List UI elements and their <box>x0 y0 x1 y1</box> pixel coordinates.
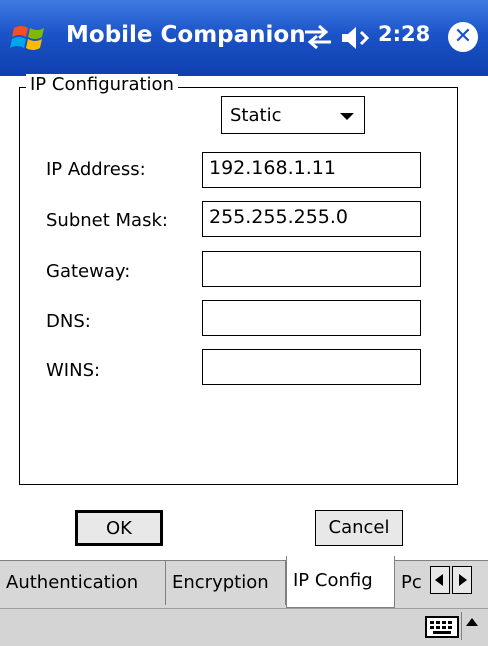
menu-bar <box>0 608 488 646</box>
connectivity-icon[interactable] <box>301 20 335 54</box>
ok-button[interactable]: OK <box>75 510 163 546</box>
subnet-mask-label: Subnet Mask: <box>46 210 168 231</box>
wins-field[interactable] <box>202 349 421 385</box>
ip-address-field[interactable]: 192.168.1.11 <box>202 152 421 188</box>
ip-address-label: IP Address: <box>46 159 146 180</box>
dns-label: DNS: <box>46 311 91 332</box>
subnet-mask-field[interactable]: 255.255.255.0 <box>202 201 421 237</box>
group-label: IP Configuration <box>26 74 178 95</box>
app-title: Mobile Companion <box>66 22 306 48</box>
tab-scroll-right-icon[interactable] <box>452 566 472 594</box>
speaker-icon[interactable] <box>340 22 374 54</box>
divider <box>461 612 462 640</box>
sip-arrow-up-icon[interactable] <box>466 618 478 626</box>
ip-mode-dropdown[interactable]: Static <box>221 96 365 134</box>
gateway-field[interactable] <box>202 251 421 287</box>
ip-mode-value: Static <box>230 105 282 126</box>
clock[interactable]: 2:28 <box>378 22 430 46</box>
title-bar: Mobile Companion 2:28 ✕ <box>0 0 488 76</box>
wins-label: WINS: <box>46 360 101 381</box>
keyboard-icon[interactable] <box>425 616 459 638</box>
tab-encryption[interactable]: Encryption <box>166 561 286 605</box>
tab-authentication[interactable]: Authentication <box>0 561 166 605</box>
tab-ip-config[interactable]: IP Config <box>286 556 395 608</box>
gateway-label: Gateway: <box>46 261 131 282</box>
close-icon[interactable]: ✕ <box>448 22 478 52</box>
dns-field[interactable] <box>202 300 421 336</box>
windows-start-icon[interactable] <box>10 18 50 58</box>
tab-partial[interactable]: Pc <box>395 561 429 605</box>
cancel-button[interactable]: Cancel <box>315 510 403 546</box>
tab-scroll-left-icon[interactable] <box>430 566 450 594</box>
chevron-down-icon <box>340 113 354 120</box>
